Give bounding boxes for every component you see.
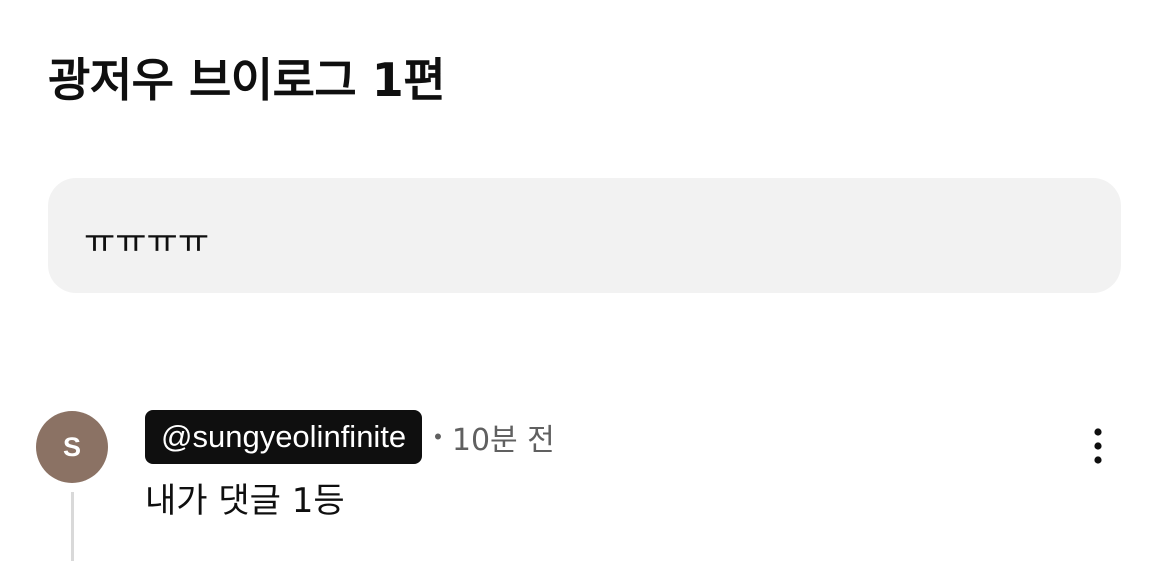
comment-header: @sungyeolinfinite • 10분 전 [145, 410, 555, 464]
comment-author-username[interactable]: @sungyeolinfinite [145, 410, 423, 464]
comment-text: 내가 댓글 1등 [145, 481, 345, 521]
reply-thread-line [71, 492, 74, 561]
comment-box-text: ㅠㅠㅠㅠ [84, 222, 210, 262]
comment-text-box[interactable]: ㅠㅠㅠㅠ [48, 178, 1121, 293]
separator-dot: • [434, 424, 442, 449]
comment-timestamp[interactable]: 10분 전 [452, 415, 555, 459]
comment-more-button[interactable] [1078, 422, 1118, 470]
avatar[interactable]: S [36, 411, 108, 483]
avatar-letter: S [62, 431, 81, 462]
comments-page: 광저우 브이로그 1편 ㅠㅠㅠㅠ S @sungyeolinfinite • 1… [0, 0, 1170, 561]
page-title: 광저우 브이로그 1편 [48, 53, 446, 107]
more-vert-icon [1094, 428, 1102, 464]
